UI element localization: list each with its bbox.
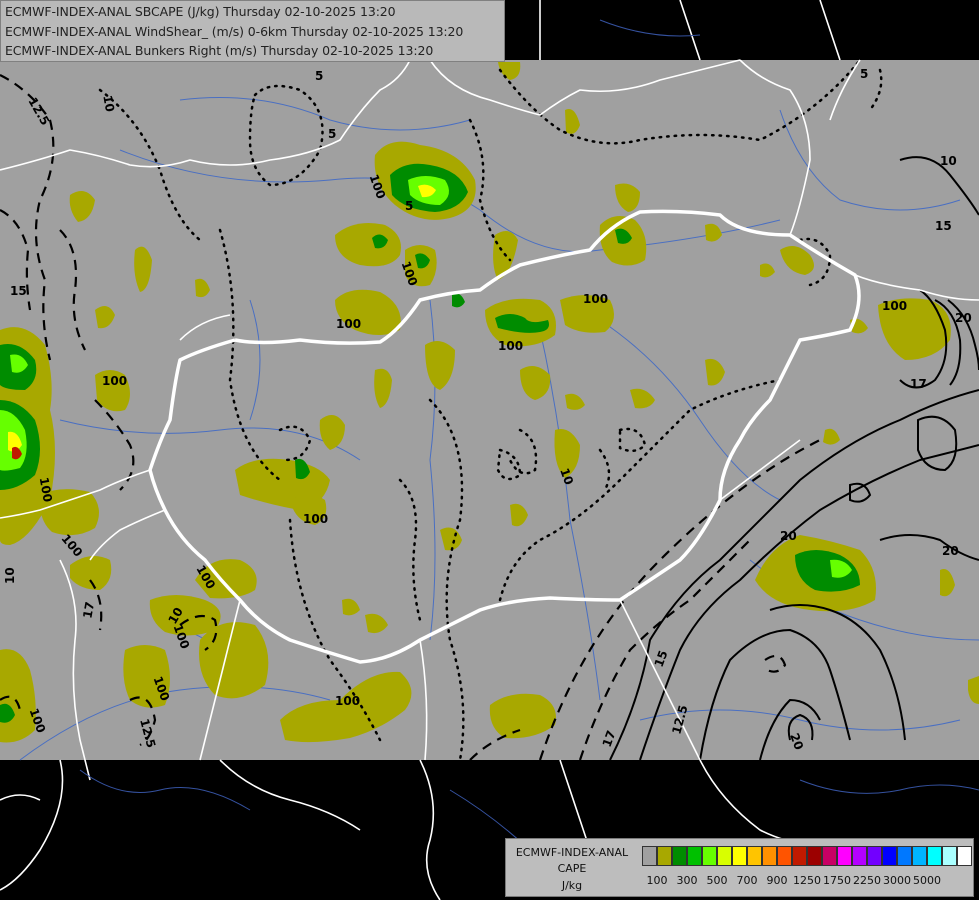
contour-label: 100	[303, 512, 328, 526]
legend-swatch	[837, 846, 852, 866]
legend-swatch	[642, 846, 657, 866]
legend-swatch	[777, 846, 792, 866]
contour-label: 100	[102, 374, 127, 388]
contour-label: 100	[583, 292, 608, 306]
contour-label: 17	[80, 601, 97, 620]
contour-label: 5	[315, 69, 323, 83]
legend-swatch	[702, 846, 717, 866]
contour-label: 10	[940, 154, 957, 168]
contour-label: 5	[405, 199, 413, 213]
contour-label: 10	[3, 567, 17, 584]
legend-swatch	[957, 846, 972, 866]
map-title-box: ECMWF-INDEX-ANAL SBCAPE (J/kg) Thursday …	[0, 0, 505, 62]
title-line-bunkers: ECMWF-INDEX-ANAL Bunkers Right (m/s) Thu…	[5, 43, 434, 58]
weather-map: 12.5 10 15 5 5 5 5 10 15 20 17 20 20 15 …	[0, 0, 979, 900]
title-line-windshear: ECMWF-INDEX-ANAL WindShear_ (m/s) 0-6km …	[5, 24, 464, 39]
contour-label: 20	[780, 529, 797, 543]
legend-swatch	[792, 846, 807, 866]
legend-title-model: ECMWF-INDEX-ANAL	[515, 846, 629, 859]
legend-swatch	[762, 846, 777, 866]
contour-label: 100	[336, 317, 361, 331]
legend-swatch	[732, 846, 747, 866]
legend-swatch	[867, 846, 882, 866]
legend-tick-label: 900	[766, 874, 788, 887]
legend-swatch	[912, 846, 927, 866]
legend-tick-label: 500	[706, 874, 728, 887]
contour-label: 5	[328, 127, 336, 141]
contour-label: 20	[942, 544, 959, 558]
legend-title-unit: J/kg	[561, 879, 583, 892]
legend-tick-label: 2250	[853, 874, 881, 887]
contour-label: 100	[882, 299, 907, 313]
legend-swatch	[927, 846, 942, 866]
legend-swatch	[822, 846, 837, 866]
legend-swatch	[672, 846, 687, 866]
legend-swatch	[807, 846, 822, 866]
cape-legend: ECMWF-INDEX-ANAL CAPE J/kg 100 300 500 700 9…	[505, 838, 974, 897]
legend-tick-label: 1250	[793, 874, 821, 887]
legend-swatch	[897, 846, 912, 866]
legend-swatches	[642, 846, 972, 866]
contour-label: 10	[100, 94, 117, 113]
legend-tick-label: 700	[736, 874, 758, 887]
title-line-sbcape: ECMWF-INDEX-ANAL SBCAPE (J/kg) Thursday …	[5, 4, 396, 19]
legend-tick-label: 5000	[913, 874, 941, 887]
contour-label: 5	[860, 67, 868, 81]
legend-swatch	[747, 846, 762, 866]
legend-tick-label: 300	[676, 874, 698, 887]
contour-label: 15	[10, 284, 27, 298]
legend-swatch	[687, 846, 702, 866]
contour-label: 17	[910, 377, 927, 391]
legend-swatch	[717, 846, 732, 866]
legend-title-variable: CAPE	[557, 862, 587, 875]
legend-tick-label: 3000	[883, 874, 911, 887]
legend-swatch	[852, 846, 867, 866]
legend-tick-label: 100	[646, 874, 668, 887]
contour-label: 100	[335, 694, 360, 708]
legend-tick-label: 1750	[823, 874, 851, 887]
legend-swatch	[657, 846, 672, 866]
legend-ticks: 100 300 500 700 900 1250 1750 2250 3000 5000	[642, 874, 972, 888]
contour-label: 20	[955, 311, 972, 325]
legend-swatch	[942, 846, 957, 866]
contour-label: 100	[498, 339, 523, 353]
legend-swatch	[882, 846, 897, 866]
contour-label: 15	[935, 219, 952, 233]
